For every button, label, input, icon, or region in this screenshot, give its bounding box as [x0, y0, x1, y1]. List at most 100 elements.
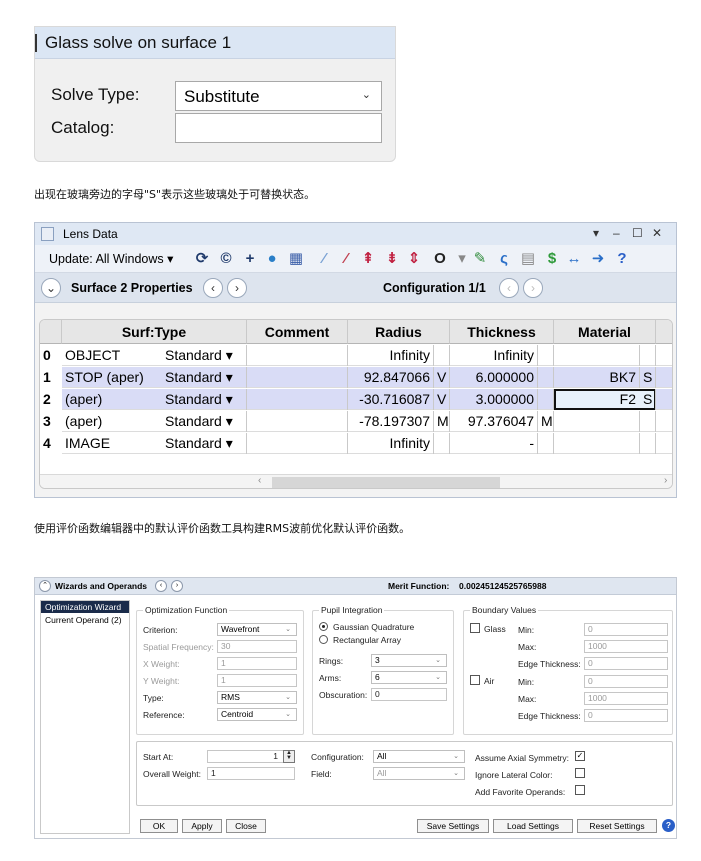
table-row[interactable]: 0OBJECTStandard ▾InfinityInfinity: [40, 345, 673, 366]
cell-tflag[interactable]: M: [538, 411, 554, 432]
cell-name[interactable]: (aper): [62, 411, 162, 432]
cell-rflag[interactable]: [434, 433, 450, 454]
surface-delete-icon[interactable]: ⇕: [405, 249, 423, 269]
dropdown-arrow-icon[interactable]: ▾: [593, 226, 599, 240]
solve-type-select[interactable]: Substitute ⌄: [175, 81, 382, 111]
cell-mflag[interactable]: S: [640, 367, 656, 388]
curve-icon[interactable]: ς: [495, 249, 513, 269]
cell-rflag[interactable]: M: [434, 411, 450, 432]
cell-mat[interactable]: BK7: [554, 367, 640, 388]
next-operand-button[interactable]: ›: [171, 580, 183, 592]
overall-weight-field[interactable]: 1: [207, 767, 295, 780]
help-icon[interactable]: ?: [662, 819, 675, 832]
cell-mflag[interactable]: [640, 411, 656, 432]
cell-extra[interactable]: [656, 367, 673, 388]
cell-tflag[interactable]: [538, 433, 554, 454]
cell-rflag[interactable]: V: [434, 367, 450, 388]
maximize-icon[interactable]: ☐: [632, 226, 643, 240]
scrollbar-thumb[interactable]: [272, 477, 500, 488]
cell-name[interactable]: STOP (aper): [62, 367, 162, 388]
scroll-left-icon[interactable]: ‹: [258, 475, 261, 486]
refresh-icon[interactable]: ⟳: [193, 249, 211, 269]
cell-type[interactable]: Standard ▾: [162, 367, 247, 388]
gaussian-quadrature-radio[interactable]: [319, 622, 328, 631]
cell-radius[interactable]: 92.847066: [348, 367, 434, 388]
scroll-right-icon[interactable]: ›: [664, 475, 667, 486]
glass-checkbox[interactable]: [470, 623, 480, 633]
cell-comment[interactable]: [247, 433, 348, 454]
pencil-icon[interactable]: ✎: [471, 249, 489, 269]
cell-thick[interactable]: 97.376047: [450, 411, 538, 432]
spinner-icon[interactable]: ▲▼: [283, 750, 295, 763]
next-config-button[interactable]: ›: [523, 278, 543, 298]
surface-add-icon[interactable]: ⇞: [359, 249, 377, 269]
reference-select[interactable]: Centroid⌄: [217, 708, 297, 721]
start-at-field[interactable]: 1: [207, 750, 295, 763]
cell-comment[interactable]: [247, 389, 348, 410]
cell-tflag[interactable]: [538, 389, 554, 410]
column-header-material[interactable]: Material: [554, 320, 656, 344]
cell-extra[interactable]: [656, 389, 673, 410]
cell-comment[interactable]: [247, 345, 348, 366]
crosshair-icon[interactable]: +: [241, 249, 259, 269]
arrow-right-icon[interactable]: ➜: [589, 249, 607, 269]
table-row[interactable]: 2(aper)Standard ▾-30.716087V3.000000F2S: [40, 389, 673, 410]
air-checkbox[interactable]: [470, 675, 480, 685]
link-icon[interactable]: ↔: [565, 249, 583, 269]
reload-icon[interactable]: ©: [217, 249, 235, 269]
table-row[interactable]: 4IMAGEStandard ▾Infinity-: [40, 433, 673, 454]
glass-edge-field[interactable]: 0: [584, 657, 668, 670]
lateral-color-checkbox[interactable]: [575, 768, 585, 778]
cell-thick[interactable]: 3.000000: [450, 389, 538, 410]
cell-type[interactable]: Standard ▾: [162, 389, 247, 410]
field-select[interactable]: All⌄: [373, 767, 465, 780]
cell-mat[interactable]: [554, 433, 640, 454]
cell-extra[interactable]: [656, 345, 673, 366]
help-icon[interactable]: ?: [613, 249, 631, 269]
table-row[interactable]: 1STOP (aper)Standard ▾92.847066V6.000000…: [40, 367, 673, 388]
column-header-radius[interactable]: Radius: [348, 320, 450, 344]
rings-select[interactable]: 3⌄: [371, 654, 447, 667]
cell-radius[interactable]: -30.716087: [348, 389, 434, 410]
air-min-field[interactable]: 0: [584, 675, 668, 688]
y-weight-field[interactable]: 1: [217, 674, 297, 687]
type-select[interactable]: RMS⌄: [217, 691, 297, 704]
minimize-icon[interactable]: –: [613, 226, 620, 240]
cell-thick[interactable]: Infinity: [450, 345, 538, 366]
arms-select[interactable]: 6⌄: [371, 671, 447, 684]
sheet-icon[interactable]: ▤: [519, 249, 537, 269]
globe-icon[interactable]: ●: [263, 249, 281, 269]
update-dropdown[interactable]: Update: All Windows ▾: [49, 251, 173, 266]
dollar-icon[interactable]: $: [543, 249, 561, 269]
sidebar-item-optimization-wizard[interactable]: Optimization Wizard: [41, 601, 129, 613]
prev-config-button[interactable]: ‹: [499, 278, 519, 298]
cell-thick[interactable]: 6.000000: [450, 367, 538, 388]
cell-mat[interactable]: [554, 345, 640, 366]
aperture-icon[interactable]: O: [431, 249, 449, 269]
table-row[interactable]: 3(aper)Standard ▾-78.197307M97.376047M: [40, 411, 673, 432]
close-icon[interactable]: ✕: [652, 226, 662, 240]
obscuration-field[interactable]: 0: [371, 688, 447, 701]
save-settings-button[interactable]: Save Settings: [417, 819, 489, 833]
cell-mflag[interactable]: [640, 345, 656, 366]
x-weight-field[interactable]: 1: [217, 657, 297, 670]
cell-tflag[interactable]: [538, 345, 554, 366]
column-header-surf-type[interactable]: Surf:Type: [62, 320, 247, 344]
apply-button[interactable]: Apply: [182, 819, 222, 833]
criterion-select[interactable]: Wavefront⌄: [217, 623, 297, 636]
ray-icon[interactable]: ⁄: [315, 249, 333, 269]
cell-comment[interactable]: [247, 411, 348, 432]
rectangular-array-radio[interactable]: [319, 635, 328, 644]
air-max-field[interactable]: 1000: [584, 692, 668, 705]
catalog-field[interactable]: [175, 113, 382, 143]
reset-settings-button[interactable]: Reset Settings: [577, 819, 657, 833]
ok-button[interactable]: OK: [140, 819, 178, 833]
cell-radius[interactable]: Infinity: [348, 345, 434, 366]
cell-radius[interactable]: Infinity: [348, 433, 434, 454]
glass-max-field[interactable]: 1000: [584, 640, 668, 653]
cell-thick[interactable]: -: [450, 433, 538, 454]
cell-name[interactable]: OBJECT: [62, 345, 162, 366]
next-surface-button[interactable]: ›: [227, 278, 247, 298]
horizontal-scrollbar[interactable]: ‹ ›: [40, 474, 673, 489]
cell-radius[interactable]: -78.197307: [348, 411, 434, 432]
